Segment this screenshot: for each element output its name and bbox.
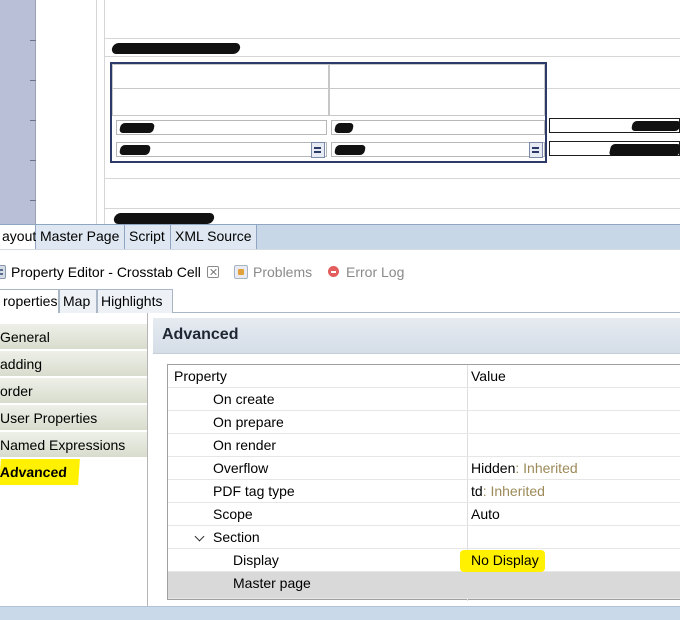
tab-properties[interactable]: roperties	[0, 289, 59, 313]
advanced-properties-pane: Advanced Property Value On create On pre…	[153, 318, 680, 606]
redacted-field	[630, 121, 680, 131]
tab-master-page[interactable]: Master Page	[36, 225, 125, 249]
crosstab-cell-menu-icon[interactable]	[529, 142, 543, 158]
property-name: On prepare	[213, 414, 284, 430]
property-name: On render	[213, 437, 277, 453]
row-guide	[104, 56, 680, 57]
tab-property-editor[interactable]: Property Editor - Crosstab Cell	[0, 262, 219, 284]
editor-tab-bar: ayout Master Page Script XML Source	[0, 224, 680, 249]
chevron-down-icon[interactable]	[194, 531, 205, 542]
vertical-ruler	[0, 0, 36, 224]
page-margin-guide	[104, 38, 680, 39]
property-name: Master page	[233, 575, 311, 591]
table-row[interactable]: Overflow Hidden: Inherited	[168, 457, 680, 480]
redacted-label	[110, 43, 242, 54]
table-row-selected[interactable]: Master page	[168, 572, 680, 599]
value-text: Hidden	[471, 460, 516, 476]
property-value[interactable]: Auto	[471, 503, 500, 526]
redacted-field	[333, 123, 355, 133]
crosstab-header-cell[interactable]	[329, 64, 545, 116]
property-group-name: Section	[213, 529, 260, 545]
crosstab-corner-cell[interactable]	[112, 64, 329, 116]
inherited-label: Inherited	[523, 460, 578, 476]
row-guide	[104, 208, 680, 209]
crosstab-divider	[112, 88, 545, 89]
tab-xml-source[interactable]: XML Source	[171, 225, 257, 249]
property-value[interactable]: td: Inherited	[471, 480, 545, 503]
inherited-label: Inherited	[490, 483, 545, 499]
property-editor-icon	[0, 265, 6, 279]
column-header-property: Property	[174, 368, 227, 384]
tab-highlights[interactable]: Highlights	[97, 289, 173, 313]
tab-property-editor-label: Property Editor - Crosstab Cell	[11, 264, 201, 280]
table-row[interactable]: Section	[168, 526, 680, 549]
tab-layout[interactable]: ayout	[0, 225, 36, 249]
grid-header-row: Property Value	[168, 365, 680, 388]
value-separator: :	[515, 460, 524, 476]
column-header-value: Value	[471, 368, 506, 384]
tab-problems[interactable]: Problems	[234, 262, 312, 284]
category-border[interactable]: order	[0, 378, 147, 404]
category-user-properties[interactable]: User Properties	[0, 405, 147, 431]
page-margin-guide	[104, 0, 105, 224]
property-sub-tabs: roperties Map Highlights	[0, 289, 680, 313]
error-log-icon	[327, 265, 341, 279]
close-icon[interactable]	[206, 266, 219, 278]
table-row[interactable]: On create	[168, 388, 680, 411]
pane-title: Advanced	[162, 326, 239, 343]
category-padding[interactable]: adding	[0, 351, 147, 377]
property-category-list: General adding order User Properties Nam…	[0, 313, 148, 606]
table-row[interactable]: Display No Display	[168, 549, 680, 572]
redacted-label	[112, 213, 216, 224]
crosstab-cell-menu-icon[interactable]	[311, 142, 325, 158]
crosstab-element[interactable]	[110, 62, 547, 163]
tab-map[interactable]: Map	[59, 289, 97, 313]
property-value[interactable]: No Display	[460, 550, 545, 572]
value-text: td	[471, 483, 483, 499]
redacted-field	[608, 144, 680, 156]
redacted-field	[118, 123, 156, 133]
property-value[interactable]: Hidden: Inherited	[471, 457, 578, 480]
pane-header: Advanced	[153, 318, 680, 354]
view-tab-strip: Property Editor - Crosstab Cell Problems…	[0, 249, 680, 289]
property-name: Display	[233, 552, 279, 568]
bottom-status-band	[0, 606, 680, 620]
property-name: On create	[213, 391, 275, 407]
tab-error-log[interactable]: Error Log	[327, 262, 404, 284]
redacted-field	[333, 145, 367, 155]
tab-error-log-label: Error Log	[346, 264, 405, 280]
category-general[interactable]: General	[0, 324, 147, 350]
table-row[interactable]: PDF tag type td: Inherited	[168, 480, 680, 503]
crosstab-field[interactable]	[331, 120, 545, 135]
problems-icon	[234, 265, 248, 279]
report-design-canvas[interactable]	[0, 0, 680, 224]
property-name: Overflow	[213, 460, 269, 476]
redacted-field	[118, 145, 152, 155]
page-margin-guide	[96, 0, 97, 224]
category-named-expressions[interactable]: Named Expressions	[0, 432, 147, 458]
row-guide	[547, 88, 680, 89]
property-grid[interactable]: Property Value On create On prepare On r…	[167, 364, 680, 601]
row-guide	[104, 178, 680, 179]
property-name: PDF tag type	[213, 483, 295, 499]
table-row[interactable]: Scope Auto	[168, 503, 680, 526]
table-row[interactable]: On render	[168, 434, 680, 457]
tab-script[interactable]: Script	[125, 225, 171, 249]
table-row[interactable]: On prepare	[168, 411, 680, 434]
property-name: Scope	[213, 506, 253, 522]
category-advanced[interactable]: Advanced	[0, 459, 147, 485]
tab-problems-label: Problems	[253, 264, 313, 280]
category-advanced-label: Advanced	[0, 459, 80, 485]
